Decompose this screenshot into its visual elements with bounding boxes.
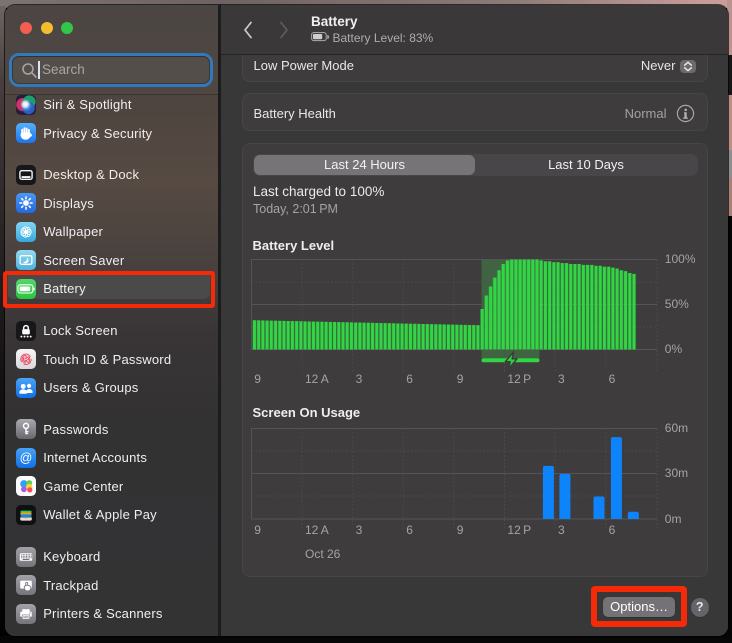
svg-text:@: @ [20, 451, 33, 465]
